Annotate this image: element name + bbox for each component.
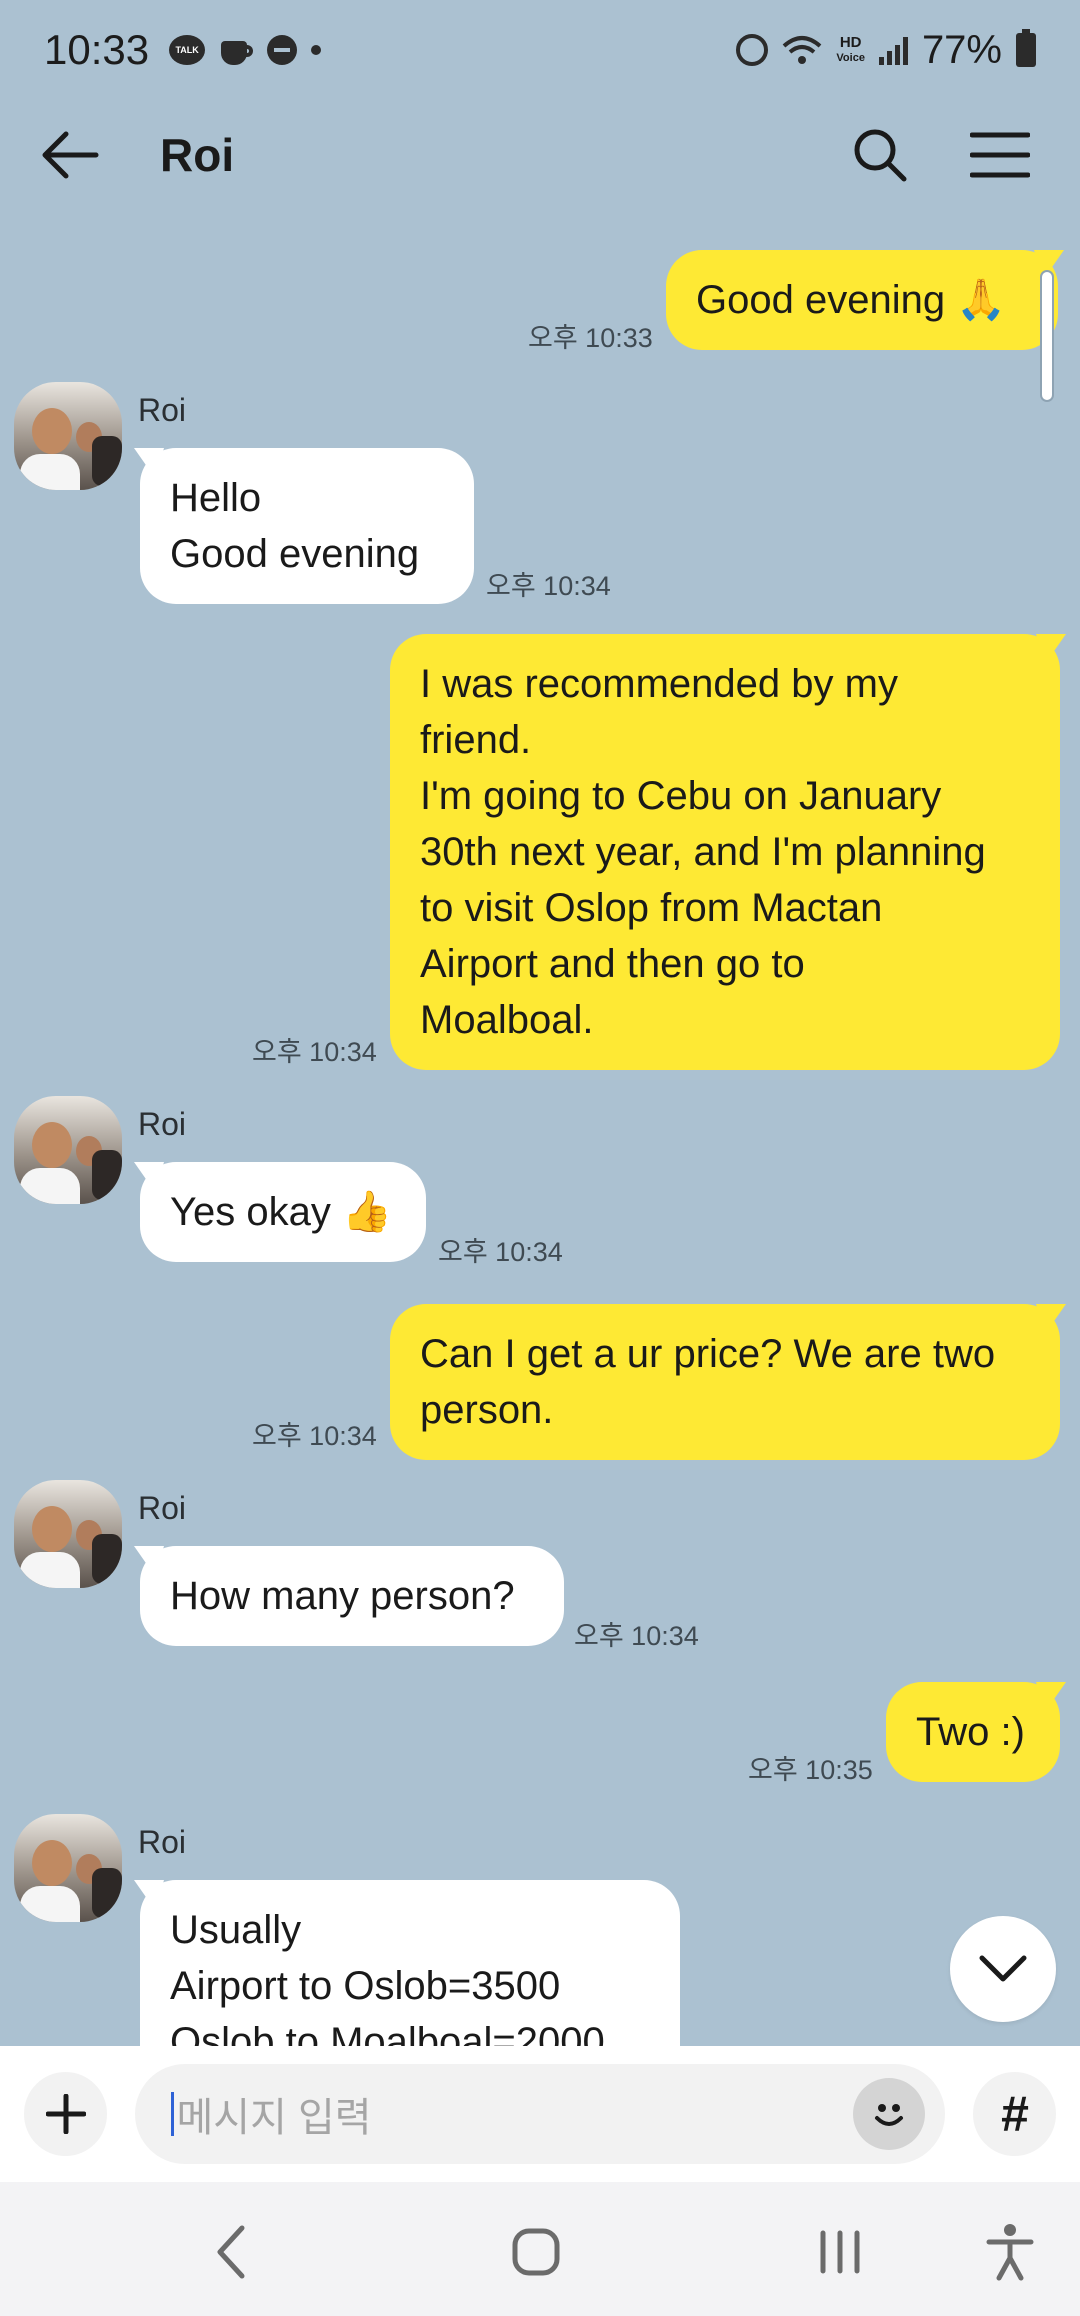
voice-label: Voice: [836, 51, 865, 64]
plus-icon: [45, 2094, 86, 2134]
hashtag-search-button[interactable]: #: [972, 2072, 1056, 2156]
their-message-bubble[interactable]: Hello Good evening: [140, 448, 474, 604]
message-time: 오후 10:33: [528, 323, 653, 353]
avatar[interactable]: [14, 382, 122, 490]
coffee-cup-icon: [219, 33, 254, 67]
signal-strength-icon: [878, 35, 908, 65]
menu-button[interactable]: [960, 115, 1040, 195]
sender-name: Roi: [138, 1106, 187, 1142]
battery-percent: 77%: [921, 27, 1002, 72]
header-actions: [840, 115, 1040, 195]
message-time: 오후 10:34: [486, 571, 611, 601]
nav-home-icon: [512, 2228, 560, 2276]
hd-label: HD: [839, 33, 862, 51]
message-time: 오후 10:34: [438, 1237, 563, 1267]
message-time: 오후 10:34: [574, 1621, 699, 1651]
my-message-bubble[interactable]: Can I get a ur price? We are two person.: [390, 1304, 1060, 1460]
hd-voice-icon: HD Voice: [836, 33, 865, 65]
back-button[interactable]: [40, 115, 120, 195]
message-time: 오후 10:34: [252, 1037, 377, 1067]
avatar[interactable]: [14, 1096, 122, 1204]
sender-name: Roi: [138, 392, 187, 428]
avatar[interactable]: [14, 1480, 122, 1588]
message-input-placeholder: 메시지 입력: [176, 2096, 372, 2140]
nav-back-button[interactable]: [192, 2212, 272, 2292]
battery-icon: [1016, 29, 1036, 67]
my-message-bubble[interactable]: I was recommended by my friend. I'm goin…: [390, 634, 1060, 1070]
do-not-disturb-icon: [267, 35, 298, 65]
status-right: HD Voice 77%: [736, 28, 1036, 73]
their-message-bubble[interactable]: Yes okay 👍: [140, 1162, 426, 1262]
my-message-bubble[interactable]: Two :): [886, 1682, 1060, 1782]
emoticon-button[interactable]: [852, 2078, 925, 2150]
sender-name: Roi: [138, 1490, 187, 1526]
back-arrow-icon: [42, 131, 99, 179]
message-input-bar: 메시지 입력 #: [0, 2046, 1080, 2182]
their-message-bubble[interactable]: How many person?: [140, 1546, 564, 1646]
search-button[interactable]: [840, 115, 920, 195]
alarm-icon: [736, 34, 769, 66]
message-input[interactable]: 메시지 입력: [135, 2064, 945, 2164]
avatar[interactable]: [14, 1814, 122, 1922]
kakaotalk-notification-icon: TALK: [169, 35, 206, 65]
more-notifications-dot-icon: [311, 45, 322, 55]
status-left: 10:33 TALK: [44, 26, 322, 74]
status-time: 10:33: [44, 26, 150, 73]
nav-accessibility-button[interactable]: [970, 2212, 1050, 2292]
their-message-bubble[interactable]: Usually Airport to Oslob=3500 Oslob to M…: [140, 1880, 680, 2046]
message-time: 오후 10:34: [252, 1421, 377, 1451]
scroll-to-bottom-button[interactable]: [950, 1916, 1056, 2022]
sender-name: Roi: [138, 1824, 187, 1860]
nav-recents-button[interactable]: [800, 2212, 880, 2292]
accessibility-icon: [986, 2224, 1034, 2281]
nav-home-button[interactable]: [496, 2212, 576, 2292]
search-icon: [854, 129, 907, 182]
message-time: 오후 10:35: [748, 1755, 873, 1785]
attach-button[interactable]: [24, 2072, 108, 2156]
chat-title: Roi: [160, 129, 235, 181]
my-message-bubble[interactable]: Good evening 🙏: [666, 250, 1058, 350]
wifi-icon: [783, 36, 822, 64]
text-cursor: [171, 2092, 175, 2136]
nav-back-icon: [217, 2225, 245, 2279]
chat-header: Roi: [0, 100, 1080, 210]
status-bar: 10:33 TALK HD Voice 77%: [0, 0, 1080, 100]
nav-recents-icon: [820, 2230, 860, 2274]
system-navigation-bar: [0, 2182, 1080, 2316]
scroll-thumb[interactable]: [1040, 270, 1054, 402]
menu-icon: [970, 132, 1030, 178]
chat-area[interactable]: 오후 10:33 Good evening 🙏 Roi Hello Good e…: [0, 210, 1080, 2046]
smiley-icon: [874, 2104, 903, 2126]
chevron-down-icon: [979, 1955, 1027, 1982]
